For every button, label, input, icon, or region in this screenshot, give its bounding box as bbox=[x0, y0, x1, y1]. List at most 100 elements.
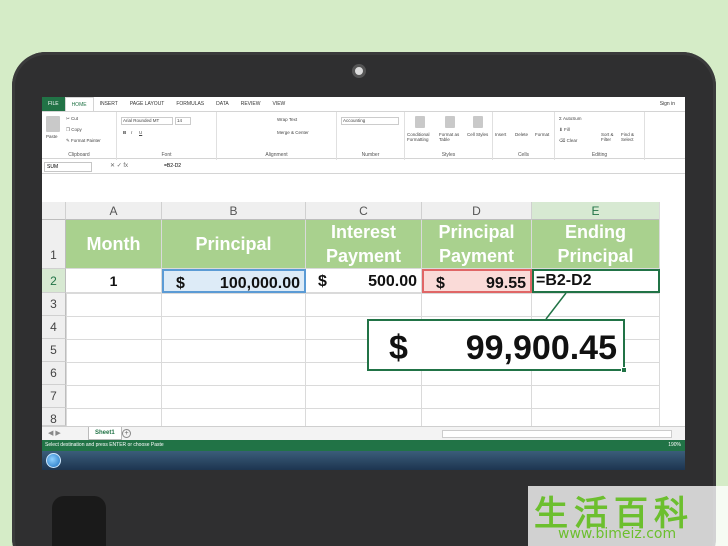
tab-data[interactable]: DATA bbox=[210, 97, 235, 111]
cell-c1-line1: Interest bbox=[330, 222, 397, 242]
cell-e1-line2: Principal bbox=[557, 246, 634, 266]
row-header-8[interactable]: 8 bbox=[42, 408, 66, 426]
italic-button[interactable]: I bbox=[131, 130, 132, 135]
gridline-b bbox=[161, 293, 162, 426]
bold-button[interactable]: B bbox=[123, 130, 126, 135]
row-header-1[interactable]: 1 bbox=[42, 220, 66, 269]
sheet-tab-bar: ◀ ▶ Sheet1 + bbox=[42, 426, 685, 440]
sign-in-link[interactable]: Sign in bbox=[660, 97, 675, 111]
number-format-select[interactable]: Accounting bbox=[341, 117, 399, 125]
cut-button[interactable]: ✂ Cut bbox=[66, 116, 78, 122]
cell-b2[interactable]: $100,000.00 bbox=[162, 269, 306, 293]
webcam bbox=[352, 64, 366, 78]
underline-button[interactable]: U bbox=[139, 130, 142, 135]
cell-c2[interactable]: $500.00 bbox=[306, 269, 422, 293]
laptop-stand bbox=[52, 496, 106, 546]
watermark-url: www.bimeiz.com bbox=[558, 526, 677, 542]
font-size-select[interactable]: 14 bbox=[175, 117, 191, 125]
fx-icon[interactable]: ✕ ✓ fx bbox=[110, 162, 128, 169]
alignment-group: Wrap Text Merge & Center Alignment bbox=[217, 112, 337, 160]
cell-c2-value: 500.00 bbox=[368, 273, 417, 290]
editing-group: Σ AutoSum ⬇ Fill ⌫ Clear Sort & Filter F… bbox=[555, 112, 645, 160]
paste-icon bbox=[46, 116, 60, 132]
find-select-button[interactable]: Find & Select bbox=[621, 132, 641, 142]
right-scroll-area[interactable] bbox=[659, 202, 685, 426]
conditional-formatting-button[interactable]: Conditional Formatting bbox=[407, 132, 437, 142]
status-bar: Select destination and press ENTER or ch… bbox=[42, 440, 685, 451]
paste-button[interactable]: Paste bbox=[46, 134, 58, 139]
column-header-d[interactable]: D bbox=[422, 202, 532, 220]
row-header-3[interactable]: 3 bbox=[42, 293, 66, 316]
clear-button[interactable]: ⌫ Clear bbox=[559, 138, 577, 144]
cell-e1[interactable]: Ending Principal bbox=[532, 220, 660, 269]
cells-label: Cells bbox=[517, 152, 530, 158]
font-name-select[interactable]: Arial Rounded MT bbox=[121, 117, 173, 125]
zoom-level[interactable]: 190% bbox=[668, 440, 681, 451]
tab-home[interactable]: HOME bbox=[64, 97, 94, 112]
tab-file[interactable]: FILE bbox=[42, 97, 65, 111]
cell-d2[interactable]: $99.55 bbox=[422, 269, 532, 293]
row-header-2[interactable]: 2 bbox=[42, 269, 66, 293]
clear-label: Clear bbox=[566, 138, 578, 143]
cell-styles-button[interactable]: Cell Styles bbox=[467, 132, 489, 137]
tab-review[interactable]: REVIEW bbox=[235, 97, 267, 111]
cell-a1[interactable]: Month bbox=[66, 220, 162, 269]
windows-start-icon[interactable] bbox=[46, 453, 61, 468]
callout-leader-line bbox=[545, 293, 567, 320]
tab-page-layout[interactable]: PAGE LAYOUT bbox=[124, 97, 171, 111]
formula-input[interactable]: =B2-D2 bbox=[164, 162, 181, 171]
column-header-e[interactable]: E bbox=[532, 202, 660, 220]
column-header-b[interactable]: B bbox=[162, 202, 306, 220]
cell-d1[interactable]: Principal Payment bbox=[422, 220, 532, 269]
column-header-a[interactable]: A bbox=[66, 202, 162, 220]
windows-taskbar bbox=[42, 451, 685, 470]
sheet-tab-sheet1[interactable]: Sheet1 bbox=[88, 427, 122, 440]
autosum-button[interactable]: Σ AutoSum bbox=[559, 116, 582, 121]
format-cells-button[interactable]: Format bbox=[535, 132, 549, 137]
horizontal-scrollbar[interactable] bbox=[442, 430, 672, 438]
font-group: Arial Rounded MT 14 B I U Font bbox=[117, 112, 217, 160]
row-header-7[interactable]: 7 bbox=[42, 385, 66, 408]
ribbon: Paste ✂ Cut ❐ Copy ✎ Format Painter Clip… bbox=[42, 111, 685, 160]
tab-view[interactable]: VIEW bbox=[266, 97, 291, 111]
cell-b1[interactable]: Principal bbox=[162, 220, 306, 269]
select-all-corner[interactable] bbox=[42, 202, 66, 220]
sort-filter-button[interactable]: Sort & Filter bbox=[601, 132, 619, 142]
insert-cells-button[interactable]: Insert bbox=[495, 132, 506, 137]
sheet-nav-arrows-icon[interactable]: ◀ ▶ bbox=[48, 429, 61, 437]
fill-button[interactable]: ⬇ Fill bbox=[559, 127, 570, 133]
watermark: 生活百科 www.bimeiz.com bbox=[528, 486, 728, 546]
cell-b2-value: 100,000.00 bbox=[219, 275, 300, 292]
formula-bar: SUM ✕ ✓ fx =B2-D2 bbox=[42, 160, 685, 174]
fx-label: fx bbox=[123, 163, 129, 169]
excel-screen: FILE HOME INSERT PAGE LAYOUT FORMULAS DA… bbox=[42, 97, 685, 470]
cell-e2[interactable]: =B2-D2 bbox=[532, 269, 660, 293]
cell-d1-line1: Principal bbox=[438, 222, 515, 242]
conditional-formatting-icon bbox=[415, 116, 425, 128]
delete-cells-button[interactable]: Delete bbox=[515, 132, 528, 137]
cell-c1[interactable]: Interest Payment bbox=[306, 220, 422, 269]
clipboard-group: Paste ✂ Cut ❐ Copy ✎ Format Painter Clip… bbox=[42, 112, 117, 160]
row-header-6[interactable]: 6 bbox=[42, 362, 66, 385]
cell-a2-text: 1 bbox=[109, 273, 118, 289]
row-header-4[interactable]: 4 bbox=[42, 316, 66, 339]
tab-insert[interactable]: INSERT bbox=[94, 97, 124, 111]
tab-formulas[interactable]: FORMULAS bbox=[170, 97, 210, 111]
copy-button[interactable]: ❐ Copy bbox=[66, 127, 82, 133]
wrap-text-button[interactable]: Wrap Text bbox=[277, 117, 297, 122]
callout-currency: $ bbox=[389, 329, 408, 367]
result-callout: $ 99,900.45 bbox=[367, 319, 627, 373]
row-header-5[interactable]: 5 bbox=[42, 339, 66, 362]
add-sheet-button[interactable]: + bbox=[122, 429, 131, 438]
cell-e2-formula: =B2-D2 bbox=[536, 272, 592, 289]
fill-handle[interactable] bbox=[621, 367, 627, 373]
column-header-c[interactable]: C bbox=[306, 202, 422, 220]
cell-a2[interactable]: 1 bbox=[66, 269, 162, 293]
ribbon-tabs: FILE HOME INSERT PAGE LAYOUT FORMULAS DA… bbox=[42, 97, 685, 112]
merge-center-button[interactable]: Merge & Center bbox=[277, 130, 309, 135]
format-as-table-button[interactable]: Format as Table bbox=[439, 132, 465, 142]
format-painter-button[interactable]: ✎ Format Painter bbox=[66, 138, 101, 144]
name-box[interactable]: SUM bbox=[44, 162, 92, 172]
status-text: Select destination and press ENTER or ch… bbox=[45, 442, 164, 448]
cells-group: Insert Delete Format Cells bbox=[493, 112, 555, 160]
